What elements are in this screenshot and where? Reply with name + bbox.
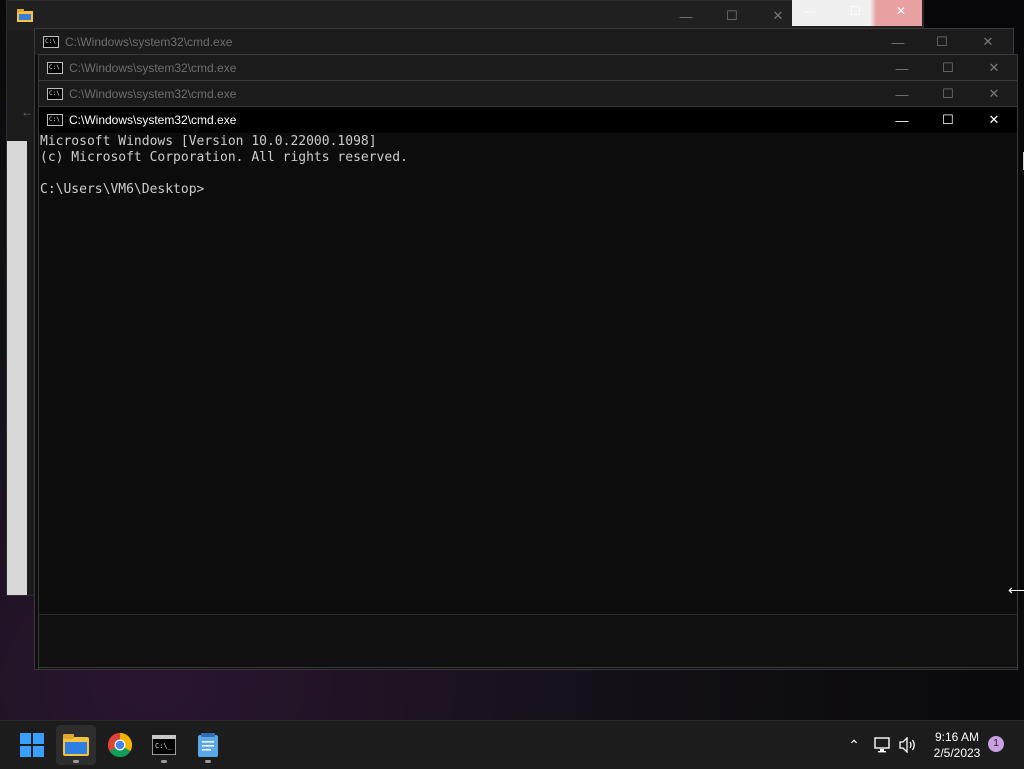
speaker-icon: [899, 737, 915, 753]
console-line: Microsoft Windows [Version 10.0.22000.10…: [40, 134, 377, 149]
maximize-button[interactable]: ☐: [925, 55, 971, 81]
console-prompt: C:\Users\VM6\Desktop>: [40, 182, 205, 197]
minimize-button[interactable]: —: [875, 29, 921, 55]
close-button[interactable]: ✕: [965, 29, 1011, 55]
chrome-icon: [108, 733, 132, 757]
cmd-window-3-titlebar[interactable]: C:\ C:\Windows\system32\cmd.exe — ☐ ✕: [39, 81, 1017, 107]
maximize-icon: ☐: [850, 4, 861, 18]
notepad-icon: [198, 733, 218, 757]
cmd-window-title: C:\Windows\system32\cmd.exe: [69, 61, 237, 75]
navigation-pane: [7, 141, 27, 595]
show-hidden-icons-button[interactable]: ⌃: [842, 721, 866, 769]
folder-icon: [17, 9, 33, 22]
running-indicator: [205, 760, 211, 763]
running-indicator: [161, 760, 167, 763]
maximize-button[interactable]: ☐: [919, 29, 965, 55]
cmd-window-active-titlebar[interactable]: C:\ C:\Windows\system32\cmd.exe — ☐ ✕: [39, 107, 1017, 133]
cmd-window-2-titlebar[interactable]: C:\ C:\Windows\system32\cmd.exe — ☐ ✕: [39, 55, 1017, 81]
cmd-window-1-titlebar[interactable]: C:\ C:\Windows\system32\cmd.exe — ☐ ✕: [35, 29, 1013, 55]
minimize-button[interactable]: —: [879, 107, 925, 133]
svg-text:C:\_: C:\_: [155, 742, 173, 750]
resize-cursor-icon: ⟷: [1008, 582, 1024, 598]
explorer-caption-buttons-highlight: — ☐ ✕: [792, 0, 922, 26]
taskbar: C:\_ ⌃ 9:16 AM 2/5/2023: [0, 720, 1024, 769]
console-line: (c) Microsoft Corporation. All rights re…: [40, 150, 408, 165]
cmd-icon: C:\: [47, 88, 63, 100]
file-explorer-icon: [63, 734, 89, 756]
network-status-button[interactable]: [870, 721, 894, 769]
cmd-icon: C:\: [43, 36, 59, 48]
close-button[interactable]: ✕: [971, 81, 1017, 107]
file-explorer-titlebar[interactable]: — ☐ ✕: [7, 1, 923, 31]
console-bottom-area: [39, 614, 1017, 667]
network-icon: [874, 737, 890, 753]
back-arrow-icon[interactable]: ←: [21, 105, 33, 119]
taskbar-notepad[interactable]: [188, 725, 228, 765]
clock[interactable]: 9:16 AM 2/5/2023: [924, 729, 990, 761]
close-button[interactable]: ✕: [971, 107, 1017, 133]
cmd-window-title: C:\Windows\system32\cmd.exe: [69, 113, 237, 127]
desktop: — ☐ ✕ ← — ☐ ✕ C:\ C:\Windows\system32\cm…: [0, 0, 1024, 720]
minimize-icon: —: [804, 4, 816, 18]
chevron-up-icon: ⌃: [848, 736, 860, 753]
taskbar-chrome[interactable]: [100, 725, 140, 765]
taskbar-command-prompt[interactable]: C:\_: [144, 725, 184, 765]
maximize-button[interactable]: ☐: [925, 107, 971, 133]
cmd-window-active[interactable]: C:\ C:\Windows\system32\cmd.exe — ☐ ✕ Mi…: [38, 106, 1024, 668]
cmd-window-title: C:\Windows\system32\cmd.exe: [69, 87, 237, 101]
cmd-icon: C:\: [47, 62, 63, 74]
minimize-button[interactable]: —: [879, 55, 925, 81]
minimize-button[interactable]: —: [879, 81, 925, 107]
notification-badge[interactable]: 1: [988, 736, 1004, 752]
clock-time: 9:16 AM: [934, 730, 980, 744]
start-button[interactable]: [12, 725, 52, 765]
running-indicator: [73, 760, 79, 763]
windows-start-icon: [20, 733, 44, 757]
cmd-icon: C:\: [47, 114, 63, 126]
taskbar-file-explorer[interactable]: [56, 725, 96, 765]
explorer-maximize-button[interactable]: ☐: [709, 1, 755, 31]
cmd-window-title: C:\Windows\system32\cmd.exe: [65, 35, 233, 49]
volume-button[interactable]: [896, 721, 920, 769]
terminal-icon: C:\_: [152, 735, 176, 755]
maximize-button[interactable]: ☐: [925, 81, 971, 107]
console-output[interactable]: Microsoft Windows [Version 10.0.22000.10…: [39, 134, 1024, 615]
clock-date: 2/5/2023: [933, 746, 981, 760]
close-icon: ✕: [896, 4, 907, 18]
explorer-minimize-button[interactable]: —: [663, 1, 709, 31]
close-button[interactable]: ✕: [971, 55, 1017, 81]
